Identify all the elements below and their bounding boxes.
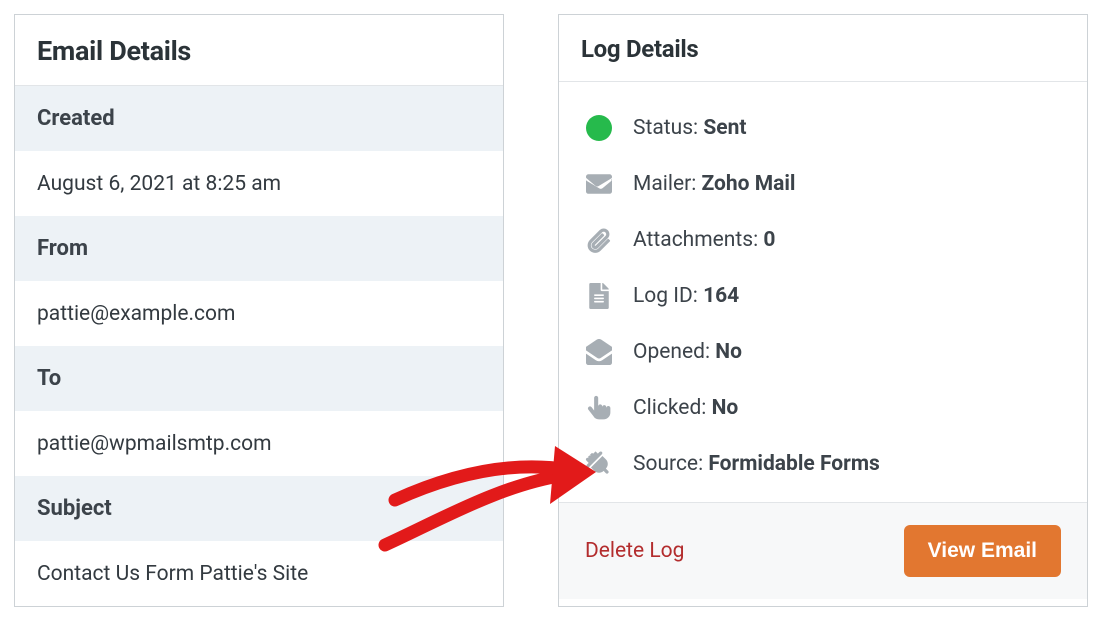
log-mailer-row: Mailer: Zoho Mail bbox=[585, 156, 1061, 212]
plug-icon bbox=[585, 450, 613, 478]
log-source-row: Source: Formidable Forms bbox=[585, 436, 1061, 492]
email-details-rows: Created August 6, 2021 at 8:25 am From p… bbox=[15, 86, 503, 606]
source-text: Source: Formidable Forms bbox=[633, 452, 880, 476]
email-details-header: Email Details bbox=[15, 15, 503, 86]
created-value: August 6, 2021 at 8:25 am bbox=[15, 151, 503, 216]
subject-value: Contact Us Form Pattie's Site bbox=[15, 541, 503, 606]
paperclip-icon bbox=[585, 226, 613, 254]
pointer-icon bbox=[585, 394, 613, 422]
log-details-footer: Delete Log View Email bbox=[559, 502, 1087, 599]
view-email-button[interactable]: View Email bbox=[904, 525, 1061, 577]
from-label: From bbox=[15, 216, 503, 281]
envelope-icon bbox=[585, 170, 613, 198]
log-details-panel: Log Details Status: Sent Mailer: Zoho Ma… bbox=[558, 14, 1088, 607]
created-label: Created bbox=[15, 86, 503, 151]
log-attachments-row: Attachments: 0 bbox=[585, 212, 1061, 268]
status-dot-icon bbox=[585, 114, 613, 142]
to-label: To bbox=[15, 346, 503, 411]
log-clicked-row: Clicked: No bbox=[585, 380, 1061, 436]
opened-text: Opened: No bbox=[633, 340, 742, 364]
file-icon bbox=[585, 282, 613, 310]
clicked-text: Clicked: No bbox=[633, 396, 738, 420]
log-details-body: Status: Sent Mailer: Zoho Mail Attachmen… bbox=[559, 82, 1087, 502]
subject-label: Subject bbox=[15, 476, 503, 541]
delete-log-link[interactable]: Delete Log bbox=[585, 539, 684, 563]
log-details-title: Log Details bbox=[581, 35, 1065, 63]
envelope-open-icon bbox=[585, 338, 613, 366]
mailer-text: Mailer: Zoho Mail bbox=[633, 172, 796, 196]
status-text: Status: Sent bbox=[633, 116, 747, 140]
log-details-header: Log Details bbox=[559, 15, 1087, 82]
log-id-row: Log ID: 164 bbox=[585, 268, 1061, 324]
logid-text: Log ID: 164 bbox=[633, 284, 739, 308]
status-dot bbox=[586, 115, 612, 141]
to-value: pattie@wpmailsmtp.com bbox=[15, 411, 503, 476]
email-details-panel: Email Details Created August 6, 2021 at … bbox=[14, 14, 504, 607]
log-status-row: Status: Sent bbox=[585, 100, 1061, 156]
log-opened-row: Opened: No bbox=[585, 324, 1061, 380]
from-value: pattie@example.com bbox=[15, 281, 503, 346]
attachments-text: Attachments: 0 bbox=[633, 228, 775, 252]
email-details-title: Email Details bbox=[37, 35, 481, 67]
